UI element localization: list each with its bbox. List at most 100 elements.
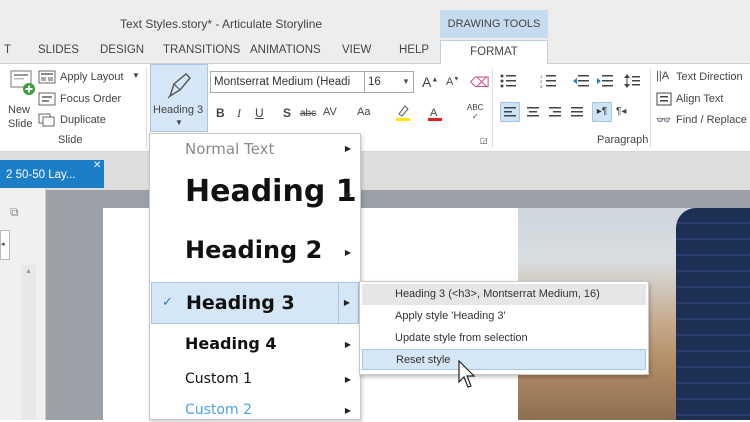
change-case-icon[interactable]: Aa [357, 106, 370, 118]
heading-style-menu: Normal Text ▶ Heading 1 ▶ Heading 2 ▶ ✓ Head… [149, 133, 361, 420]
apply-layout-icon [38, 70, 56, 84]
group-separator-2 [492, 68, 493, 148]
align-text-icon[interactable] [656, 92, 672, 106]
menu-item-label: Heading 4 [185, 334, 277, 353]
menu-item-custom-2[interactable]: Custom 2 ▶ [151, 402, 359, 422]
pen-tool-icon [164, 70, 194, 100]
photo-subject [676, 208, 750, 420]
strikethrough-icon[interactable]: abc [300, 108, 316, 119]
scroll-up-icon[interactable]: ▲ [25, 268, 32, 275]
heading-submenu: Heading 3 (<h3>, Montserrat Medium, 16) … [359, 281, 649, 375]
increase-indent-icon[interactable] [597, 74, 613, 88]
tab-animations[interactable]: ANIMATIONS [250, 44, 321, 56]
clear-formatting-icon[interactable]: ⌫ [470, 74, 490, 91]
font-family-select[interactable]: Montserrat Medium (Headi [210, 71, 365, 93]
checkmark-icon: ✓ [162, 295, 173, 310]
menu-item-label: Custom 2 [185, 402, 252, 418]
new-slide-label[interactable]: New [8, 104, 30, 116]
apply-layout-button[interactable]: Apply Layout [60, 71, 124, 83]
tab-format[interactable]: FORMAT [440, 40, 548, 65]
title-bar [0, 0, 750, 40]
slide-group-label: Slide [58, 134, 83, 146]
new-slide-icon [8, 68, 36, 96]
decrease-indent-icon[interactable] [573, 74, 589, 88]
binoculars-icon[interactable]: 👓 [656, 113, 671, 127]
menu-item-label: Heading 3 [186, 292, 295, 314]
menu-item-heading-4[interactable]: Heading 4 ▶ [151, 334, 359, 360]
text-direction-icon[interactable]: ||A [656, 70, 669, 82]
document-tab-label: 2 50-50 Lay... [6, 169, 76, 181]
menu-item-custom-1[interactable]: Custom 1 ▶ [151, 371, 359, 393]
font-color-icon[interactable]: A [427, 104, 443, 122]
heading-dropdown-icon: ▼ [175, 118, 183, 127]
ltr-direction-icon[interactable]: ▸¶ [592, 102, 612, 122]
justify-icon[interactable] [568, 103, 586, 121]
submenu-item-reset-style[interactable]: Reset style [362, 349, 646, 370]
tab-view[interactable]: VIEW [342, 44, 371, 56]
line-spacing-icon[interactable] [624, 74, 640, 88]
submenu-item-apply-style[interactable]: Apply style 'Heading 3' [362, 306, 646, 327]
group-separator [146, 68, 147, 148]
align-center-icon[interactable] [524, 103, 542, 121]
tab-help[interactable]: HELP [399, 44, 429, 56]
menu-item-normal-text[interactable]: Normal Text ▶ [151, 140, 359, 166]
panel-toggle-icon[interactable]: ⧉ [10, 205, 19, 220]
duplicate-icon [38, 113, 56, 127]
character-spacing-icon[interactable]: AV [323, 106, 337, 118]
highlight-color-icon[interactable] [395, 104, 411, 122]
align-text-button[interactable]: Align Text [676, 93, 724, 105]
panel-scrollbar[interactable] [22, 265, 36, 420]
menu-item-heading-2[interactable]: Heading 2 ▶ [151, 236, 359, 270]
submenu-item-style-info: Heading 3 (<h3>, Montserrat Medium, 16) [362, 284, 646, 305]
grow-font-icon[interactable]: A▲ [422, 74, 438, 90]
numbering-icon[interactable]: 123 [540, 74, 556, 89]
drawing-tools-label: DRAWING TOOLS [440, 10, 548, 38]
rtl-direction-icon[interactable]: ¶◂ [616, 106, 626, 117]
tab-design[interactable]: DESIGN [100, 44, 144, 56]
apply-layout-dropdown-icon[interactable]: ▼ [132, 71, 140, 80]
shadow-icon[interactable]: S [283, 106, 291, 120]
font-size-dropdown-icon[interactable]: ▼ [402, 71, 414, 93]
focus-order-button[interactable]: Focus Order [60, 93, 121, 105]
heading-style-label: Heading 3 [153, 104, 204, 116]
submenu-arrow-icon: ▶ [344, 340, 351, 349]
tab-insert-partial[interactable]: T [4, 44, 11, 56]
text-direction-button[interactable]: Text Direction [676, 71, 743, 83]
align-left-icon [504, 107, 516, 117]
menu-item-label: Normal Text [185, 140, 275, 158]
align-left-button[interactable] [500, 102, 520, 122]
submenu-item-update-style[interactable]: Update style from selection [362, 328, 646, 349]
document-tab[interactable]: 2 50-50 Lay... ✕ [0, 160, 104, 188]
bullets-icon[interactable] [500, 74, 516, 88]
menu-item-label: Custom 1 [185, 371, 252, 387]
submenu-arrow-icon: ▶ [343, 298, 350, 307]
split-divider [338, 283, 339, 323]
paragraph-group-label: Paragraph [597, 134, 649, 146]
menu-item-label: Heading 2 [185, 236, 323, 264]
submenu-arrow-icon: ▶ [344, 375, 351, 384]
menu-item-heading-3[interactable]: ✓ Heading 3 ▶ [151, 282, 359, 324]
shrink-font-icon[interactable]: A▼ [446, 76, 459, 88]
mouse-cursor-icon [458, 359, 478, 390]
submenu-arrow-icon: ▶ [344, 406, 351, 415]
tab-transitions[interactable]: TRANSITIONS [163, 44, 240, 56]
svg-text:3: 3 [540, 84, 543, 88]
align-right-icon[interactable] [546, 103, 564, 121]
submenu-arrow-icon: ▶ [344, 144, 351, 153]
submenu-arrow-icon: ▶ [344, 248, 351, 257]
bold-icon[interactable]: B [216, 106, 225, 120]
tab-slides[interactable]: SLIDES [38, 44, 79, 56]
focus-order-icon [38, 92, 56, 106]
svg-text:A: A [430, 107, 438, 119]
font-dialog-launcher-icon[interactable]: ◲ [480, 136, 488, 145]
duplicate-button[interactable]: Duplicate [60, 114, 106, 126]
menu-item-heading-1[interactable]: Heading 1 ▶ [151, 174, 359, 218]
new-slide-label-2[interactable]: Slide [8, 118, 32, 130]
spell-check-icon[interactable]: ABC ✓ [467, 103, 483, 121]
underline-icon[interactable]: U [255, 106, 264, 120]
find-replace-button[interactable]: Find / Replace [676, 114, 747, 126]
italic-icon[interactable]: I [237, 106, 241, 121]
close-tab-icon[interactable]: ✕ [93, 151, 101, 181]
panel-collapse-icon[interactable]: ◂ [0, 230, 10, 260]
window-title: Text Styles.story* - Articulate Storylin… [120, 17, 323, 31]
